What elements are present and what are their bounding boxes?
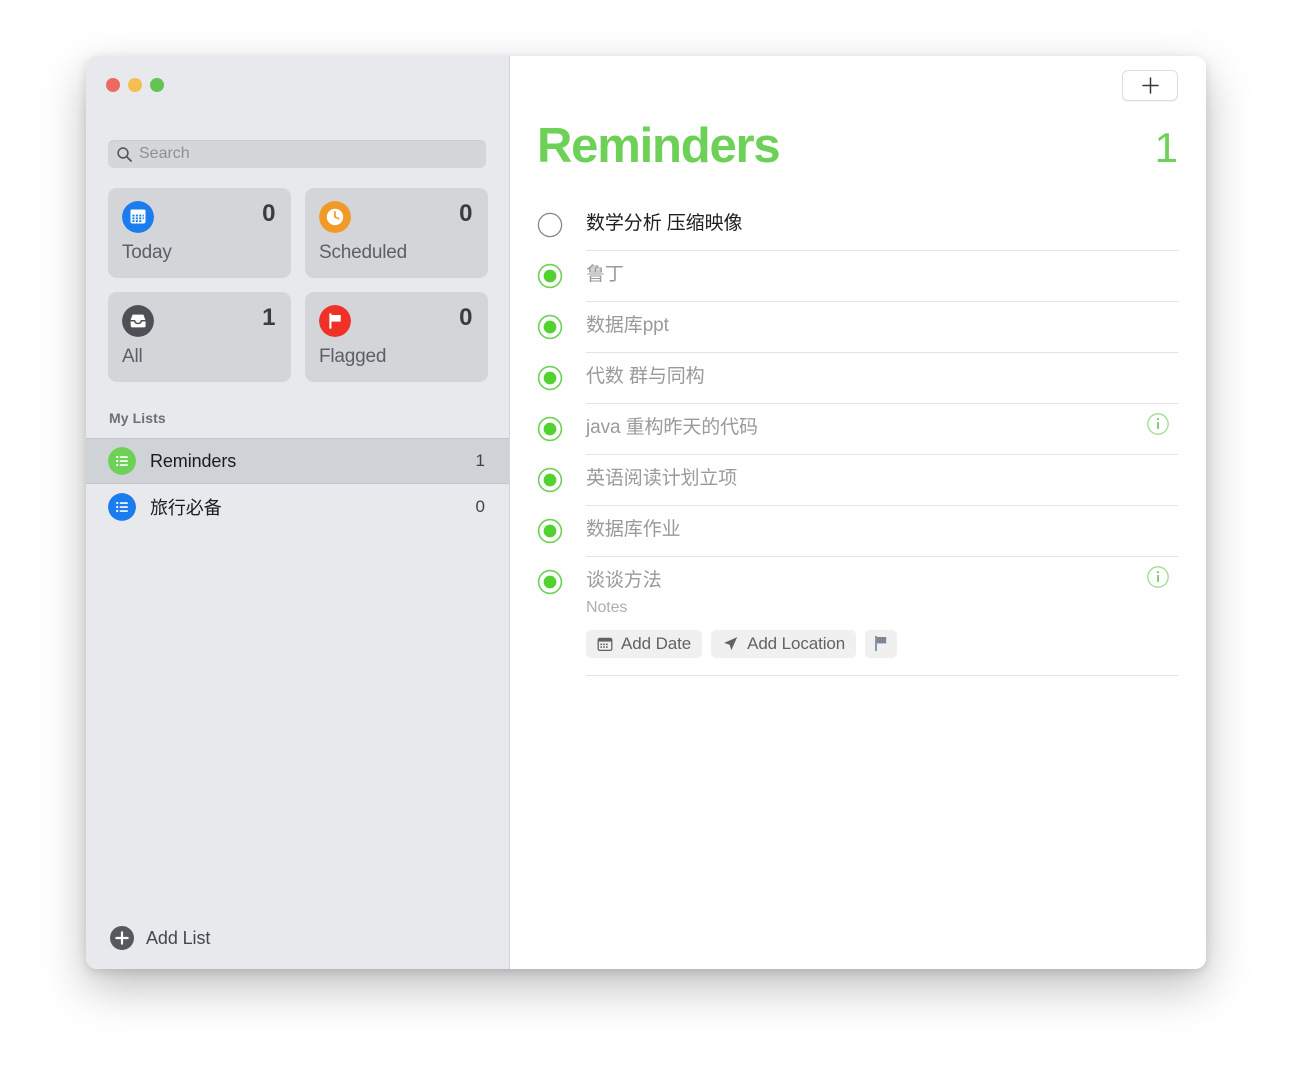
- info-icon[interactable]: [1146, 565, 1170, 589]
- reminder-title: 数据库ppt: [586, 315, 669, 336]
- smart-list-label: Today: [122, 242, 172, 263]
- reminder-title: java 重构昨天的代码: [586, 417, 758, 438]
- location-arrow-icon: [724, 637, 738, 651]
- smart-list-count: 1: [262, 304, 275, 331]
- checkbox-checked-icon[interactable]: [537, 263, 563, 289]
- smart-list-count: 0: [262, 200, 275, 227]
- user-lists: Reminders 1 旅行必备 0: [86, 438, 509, 530]
- checkbox-checked-icon[interactable]: [537, 518, 563, 544]
- checkbox-checked-icon[interactable]: [537, 467, 563, 493]
- checkbox-unchecked-icon[interactable]: [537, 212, 563, 238]
- add-date-label: Add Date: [621, 633, 692, 653]
- reminder-row[interactable]: 鲁丁: [537, 251, 1178, 302]
- sidebar-item-label: Reminders: [150, 450, 237, 471]
- reminder-detail-actions: Add Date Add Location: [586, 629, 1178, 675]
- smart-list-label: Scheduled: [319, 242, 407, 263]
- checkbox-checked-icon[interactable]: [537, 314, 563, 340]
- list-bullets-icon: [108, 493, 136, 521]
- reminder-row[interactable]: 数据库ppt: [537, 302, 1178, 353]
- inbox-icon: [122, 305, 154, 337]
- reminder-row[interactable]: 数据库作业: [537, 506, 1178, 557]
- reminders-window: 0 Today 0 Scheduled 1: [86, 56, 1206, 969]
- smart-list-scheduled[interactable]: 0 Scheduled: [305, 188, 488, 278]
- main-content: Reminders 1 数学分析 压缩映像 鲁丁 数据库ppt 代数 群与同构 …: [510, 56, 1206, 969]
- reminder-title: 代数 群与同构: [586, 366, 705, 387]
- info-icon[interactable]: [1146, 412, 1170, 436]
- checkbox-checked-icon[interactable]: [537, 416, 563, 442]
- my-lists-header: My Lists: [109, 410, 166, 426]
- smart-list-flagged[interactable]: 0 Flagged: [305, 292, 488, 382]
- reminder-notes-placeholder[interactable]: Notes: [586, 599, 1178, 617]
- plus-circle-icon: [110, 926, 134, 950]
- sidebar-item-count: 1: [475, 451, 485, 470]
- smart-lists-grid: 0 Today 0 Scheduled 1 All 0 Flagged: [108, 188, 488, 382]
- checkbox-checked-icon[interactable]: [537, 569, 563, 595]
- page-title: Reminders: [537, 119, 781, 173]
- search-input[interactable]: [139, 145, 478, 163]
- reminder-title: 数据库作业: [586, 519, 681, 540]
- reminder-row[interactable]: 代数 群与同构: [537, 353, 1178, 404]
- sidebar-item-travel[interactable]: 旅行必备 0: [86, 484, 509, 530]
- reminder-title: 谈谈方法: [586, 570, 662, 591]
- flag-button[interactable]: [865, 629, 898, 658]
- plus-icon: [1141, 77, 1159, 94]
- add-reminder-button[interactable]: [1122, 70, 1178, 101]
- smart-list-label: All: [122, 346, 143, 367]
- search-field[interactable]: [108, 140, 486, 168]
- reminder-row-expanded[interactable]: 谈谈方法 Notes Add Date Add Location: [537, 557, 1178, 676]
- minimize-button[interactable]: [128, 78, 142, 92]
- add-list-label: Add List: [146, 927, 211, 948]
- flag-icon: [875, 636, 887, 652]
- calendar-icon: [122, 201, 154, 233]
- checkbox-checked-icon[interactable]: [537, 365, 563, 391]
- calendar-icon: [597, 637, 613, 651]
- list-header: Reminders 1: [537, 122, 1178, 171]
- reminder-title: 数学分析 压缩映像: [586, 213, 743, 234]
- add-location-label: Add Location: [747, 633, 846, 653]
- reminder-title: 英语阅读计划立项: [586, 468, 738, 489]
- add-date-button[interactable]: Add Date: [586, 629, 703, 658]
- smart-list-all[interactable]: 1 All: [108, 292, 291, 382]
- clock-icon: [319, 201, 351, 233]
- smart-list-label: Flagged: [319, 346, 387, 367]
- flag-icon: [319, 305, 351, 337]
- sidebar-item-reminders[interactable]: Reminders 1: [86, 438, 509, 484]
- reminder-list: 数学分析 压缩映像 鲁丁 数据库ppt 代数 群与同构 java 重构昨天的代码…: [537, 200, 1178, 676]
- add-location-button[interactable]: Add Location: [711, 629, 857, 658]
- reminder-count: 1: [1154, 124, 1178, 171]
- smart-list-count: 0: [459, 200, 472, 227]
- window-controls: [106, 78, 164, 92]
- sidebar: 0 Today 0 Scheduled 1: [86, 56, 510, 969]
- smart-list-today[interactable]: 0 Today: [108, 188, 291, 278]
- smart-list-count: 0: [459, 304, 472, 331]
- sidebar-item-label: 旅行必备: [150, 498, 222, 518]
- search-icon: [117, 146, 132, 162]
- add-list-button[interactable]: Add List: [86, 907, 509, 969]
- reminder-row[interactable]: 英语阅读计划立项: [537, 455, 1178, 506]
- reminder-row[interactable]: java 重构昨天的代码: [537, 404, 1178, 455]
- reminder-row[interactable]: 数学分析 压缩映像: [537, 200, 1178, 251]
- sidebar-item-count: 0: [475, 497, 485, 516]
- reminder-title: 鲁丁: [586, 264, 624, 285]
- list-bullets-icon: [108, 447, 136, 475]
- zoom-button[interactable]: [150, 78, 164, 92]
- close-button[interactable]: [106, 78, 120, 92]
